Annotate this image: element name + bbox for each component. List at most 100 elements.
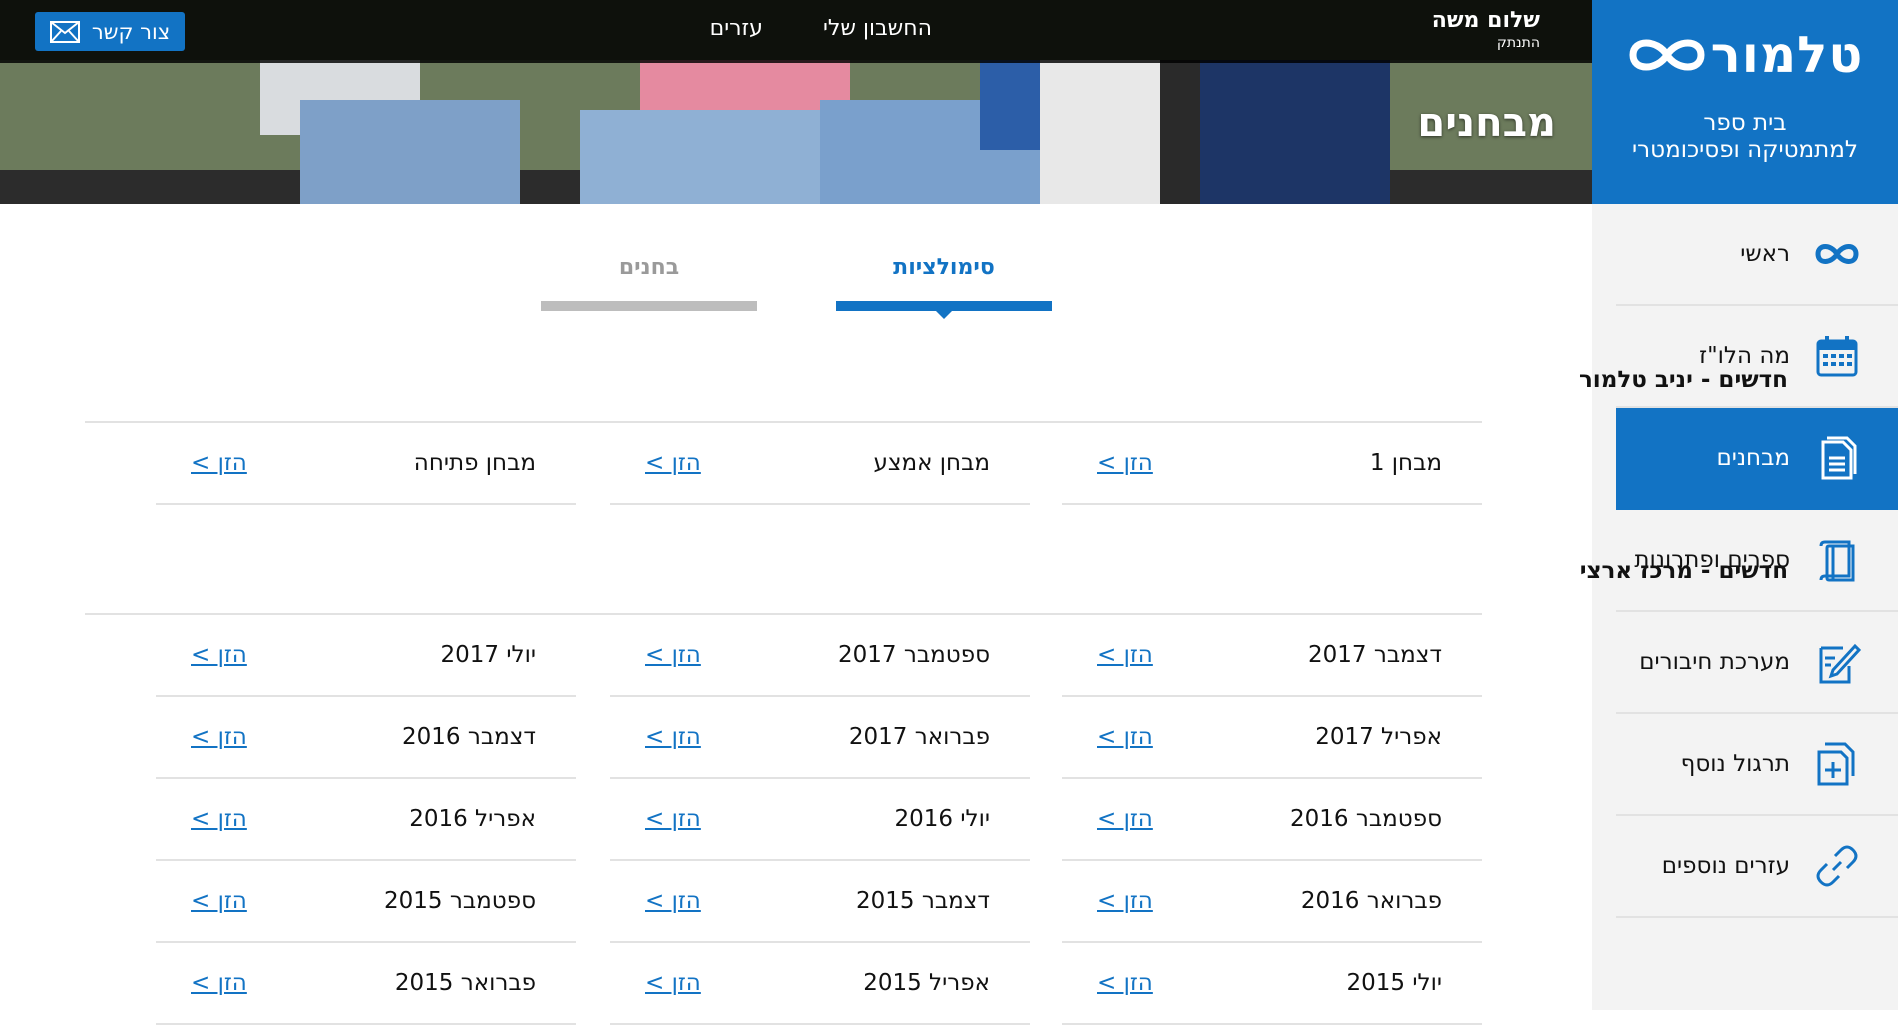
exam-item: ספטמבר 2015 הזן > <box>156 861 576 943</box>
calendar-icon <box>1812 331 1862 381</box>
tab-label: בחנים <box>618 255 680 280</box>
sidebar-item-home[interactable]: ראשי <box>1616 204 1898 306</box>
sidebar-item-extra-practice[interactable]: תרגול נוסף <box>1616 714 1898 816</box>
enter-exam-link[interactable]: הזן > <box>1097 970 1153 996</box>
document-icon <box>1812 433 1862 483</box>
envelope-icon <box>49 20 80 43</box>
logo-panel[interactable]: טלמור בית ספר למתמטיקה ופסיכומטרי <box>1592 0 1898 204</box>
enter-exam-link[interactable]: הזן > <box>191 450 247 476</box>
exam-item: פברואר 2015 הזן > <box>156 943 576 1025</box>
enter-exam-link[interactable]: הזן > <box>191 888 247 914</box>
exam-name: אפריל 2015 <box>863 970 990 996</box>
sidebar-item-exams[interactable]: מבחנים <box>1616 408 1898 510</box>
sidebar-item-label: מה הלו"ז <box>1699 343 1790 369</box>
books-icon <box>1812 535 1862 585</box>
exam-item: יולי 2015 הזן > <box>1062 943 1482 1025</box>
user-greeting: שלום משה התנתק <box>1432 8 1540 52</box>
exam-item: אפריל 2016 הזן > <box>156 779 576 861</box>
top-nav: החשבון שלי עזרים <box>710 16 932 41</box>
my-account-link[interactable]: החשבון שלי <box>823 16 932 41</box>
section-title: חדשים - יניב טלמור <box>1578 367 1788 393</box>
contact-button[interactable]: צור קשר <box>35 12 185 51</box>
exam-name: דצמבר 2017 <box>1308 642 1442 668</box>
exam-name: מבחן פתיחה <box>413 450 536 476</box>
exam-tabs: סימולציות בחנים <box>0 255 1592 319</box>
tools-link[interactable]: עזרים <box>710 16 763 41</box>
tab-label: סימולציות <box>893 255 995 280</box>
enter-exam-link[interactable]: הזן > <box>191 642 247 668</box>
pen-paper-icon <box>1812 637 1862 687</box>
tab-simulations[interactable]: סימולציות <box>836 255 1052 319</box>
exam-item: יולי 2016 הזן > <box>610 779 1030 861</box>
enter-exam-link[interactable]: הזן > <box>191 806 247 832</box>
infinity-icon <box>1812 229 1862 279</box>
exam-name: מבחן 1 <box>1369 450 1442 476</box>
exam-item: ספטמבר 2016 הזן > <box>1062 779 1482 861</box>
exam-name: ספטמבר 2016 <box>1290 806 1442 832</box>
logo-infinity-icon <box>1629 39 1705 71</box>
tab-underline <box>836 301 1052 311</box>
sidebar-item-label: תרגול נוסף <box>1680 751 1790 777</box>
exam-name: אפריל 2017 <box>1315 724 1442 750</box>
enter-exam-link[interactable]: הזן > <box>1097 450 1153 476</box>
exam-item: מבחן אמצע הזן > <box>610 423 1030 505</box>
exam-item: אפריל 2015 הזן > <box>610 943 1030 1025</box>
enter-exam-link[interactable]: הזן > <box>1097 724 1153 750</box>
exam-name: יולי 2015 <box>1346 970 1442 996</box>
enter-exam-link[interactable]: הזן > <box>1097 642 1153 668</box>
exam-item: דצמבר 2017 הזן > <box>1062 615 1482 697</box>
sidebar-item-label: מבחנים <box>1716 445 1790 471</box>
exam-name: ספטמבר 2015 <box>384 888 536 914</box>
enter-exam-link[interactable]: הזן > <box>645 970 701 996</box>
enter-exam-link[interactable]: הזן > <box>191 724 247 750</box>
sidebar-item-essays[interactable]: מערכת חיבורים <box>1616 612 1898 714</box>
exam-name: יולי 2016 <box>894 806 990 832</box>
exam-item: יולי 2017 הזן > <box>156 615 576 697</box>
exam-item: אפריל 2017 הזן > <box>1062 697 1482 779</box>
exam-name: אפריל 2016 <box>409 806 536 832</box>
exam-name: פברואר 2016 <box>1300 888 1442 914</box>
logo-tagline-1: בית ספר <box>1703 110 1787 136</box>
exam-name: פברואר 2017 <box>848 724 990 750</box>
enter-exam-link[interactable]: הזן > <box>645 450 701 476</box>
exam-name: פברואר 2015 <box>394 970 536 996</box>
logout-link[interactable]: התנתק <box>1432 34 1540 52</box>
exam-name: דצמבר 2015 <box>856 888 990 914</box>
exam-name: דצמבר 2016 <box>402 724 536 750</box>
contact-label: צור קשר <box>91 19 171 44</box>
page-title: מבחנים <box>1417 100 1556 146</box>
exam-name: מבחן אמצע <box>873 450 990 476</box>
exam-item: פברואר 2016 הזן > <box>1062 861 1482 943</box>
sidebar-item-more-tools[interactable]: עזרים נוספים <box>1616 816 1898 918</box>
exam-item: דצמבר 2015 הזן > <box>610 861 1030 943</box>
exam-item: מבחן פתיחה הזן > <box>156 423 576 505</box>
exam-item: מבחן 1 הזן > <box>1062 423 1482 505</box>
logo-text: טלמור <box>1710 26 1864 84</box>
exam-item: פברואר 2017 הזן > <box>610 697 1030 779</box>
link-icon <box>1812 841 1862 891</box>
logo-tagline-2: למתמטיקה ופסיכומטרי <box>1632 137 1858 163</box>
sidebar: טלמור בית ספר למתמטיקה ופסיכומטרי ראשי מ… <box>1592 0 1898 1010</box>
tab-active-indicator <box>936 311 952 319</box>
enter-exam-link[interactable]: הזן > <box>191 970 247 996</box>
enter-exam-link[interactable]: הזן > <box>1097 806 1153 832</box>
sidebar-item-label: ראשי <box>1740 241 1790 267</box>
exam-name: יולי 2017 <box>440 642 536 668</box>
enter-exam-link[interactable]: הזן > <box>1097 888 1153 914</box>
sidebar-item-label: מערכת חיבורים <box>1639 649 1790 675</box>
tab-quizzes[interactable]: בחנים <box>541 255 757 311</box>
user-name: שלום משה <box>1431 8 1540 33</box>
header-banner: שלום משה התנתק החשבון שלי עזרים צור קשר … <box>0 0 1592 204</box>
exam-item: דצמבר 2016 הזן > <box>156 697 576 779</box>
sidebar-item-label: עזרים נוספים <box>1661 853 1790 879</box>
section-title: חדשים - מרכז ארצי <box>1579 558 1788 584</box>
enter-exam-link[interactable]: הזן > <box>645 806 701 832</box>
logo: טלמור <box>1592 0 1898 110</box>
tab-underline <box>541 301 757 311</box>
add-document-icon <box>1812 739 1862 789</box>
enter-exam-link[interactable]: הזן > <box>645 642 701 668</box>
exam-name: ספטמבר 2017 <box>838 642 990 668</box>
enter-exam-link[interactable]: הזן > <box>645 724 701 750</box>
exam-item: ספטמבר 2017 הזן > <box>610 615 1030 697</box>
enter-exam-link[interactable]: הזן > <box>645 888 701 914</box>
